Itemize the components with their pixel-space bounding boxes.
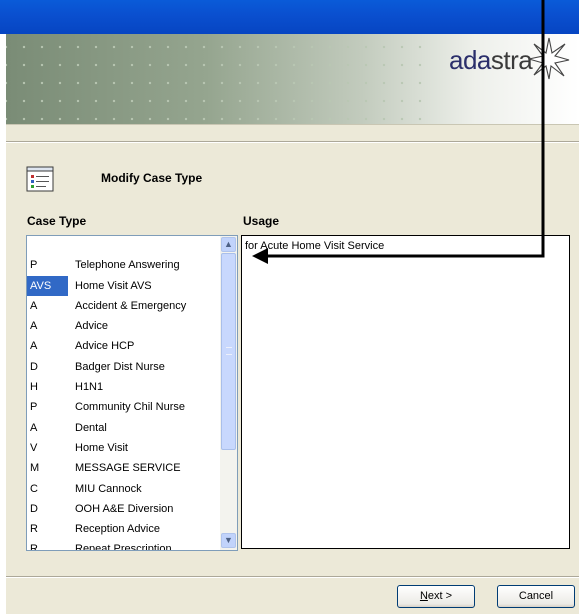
bottom-divider bbox=[6, 576, 579, 578]
callout-arrow bbox=[252, 0, 545, 264]
next-button[interactable]: Next > bbox=[397, 585, 475, 608]
cancel-button[interactable]: Cancel bbox=[497, 585, 575, 608]
